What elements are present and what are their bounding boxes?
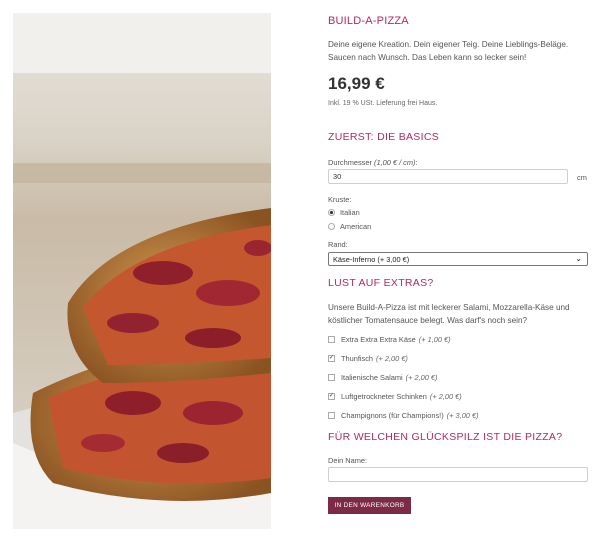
diameter-label: Durchmesser (1,00 € / cm): [328,158,418,167]
product-image [13,13,271,529]
extra-option-mushrooms[interactable]: Champignons (für Champions!) (+ 3,00 €) [328,411,479,420]
diameter-hint: (1,00 € / cm) [374,158,416,167]
checkbox-checked-icon[interactable]: ✓ [328,355,335,362]
edge-label: Rand: [328,240,348,249]
crust-option-american[interactable]: American [328,222,371,231]
extras-intro: Unsere Build-A-Pizza ist mit leckerer Sa… [328,303,570,325]
diameter-unit: cm [577,173,587,182]
diameter-input[interactable] [328,169,568,184]
checkbox-unchecked-icon[interactable] [328,374,335,381]
extras-heading: LUST AUF EXTRAS? [328,277,434,289]
recipient-heading: FÜR WELCHEN GLÜCKSPILZ IST DIE PIZZA? [328,431,563,443]
name-label: Dein Name: [328,456,368,465]
crust-label: Kruste: [328,195,352,204]
add-to-cart-button[interactable]: IN DEN WARENKORB [328,497,411,514]
extra-option-salami[interactable]: Italienische Salami (+ 2,00 €) [328,373,437,382]
extra-option-cheese[interactable]: Extra Extra Extra Käse (+ 1,00 €) [328,335,451,344]
radio-unchecked-icon[interactable] [328,223,335,230]
checkbox-unchecked-icon[interactable] [328,336,335,343]
name-input[interactable] [328,467,588,482]
edge-select[interactable]: Käse-Inferno (+ 3,00 €) ⌄ [328,252,588,266]
radio-checked-icon[interactable] [328,209,335,216]
extra-option-ham[interactable]: ✓ Luftgetrockneter Schinken (+ 2,00 €) [328,392,462,401]
tax-note: Inkl. 19 % USt. Lieferung frei Haus. [328,100,438,107]
product-price: 16,99 € [328,74,385,93]
checkbox-unchecked-icon[interactable] [328,412,335,419]
product-title: BUILD-A-PIZZA [328,15,409,27]
basics-heading: ZUERST: DIE BASICS [328,131,440,143]
crust-option-italian[interactable]: Italian [328,208,360,217]
product-description: Deine eigene Kreation. Dein eigener Teig… [328,40,569,62]
edge-selected-value: Käse-Inferno (+ 3,00 €) [333,255,410,264]
checkbox-checked-icon[interactable]: ✓ [328,393,335,400]
chevron-down-icon: ⌄ [575,254,582,263]
extra-option-tuna[interactable]: ✓ Thunfisch (+ 2,00 €) [328,354,408,363]
